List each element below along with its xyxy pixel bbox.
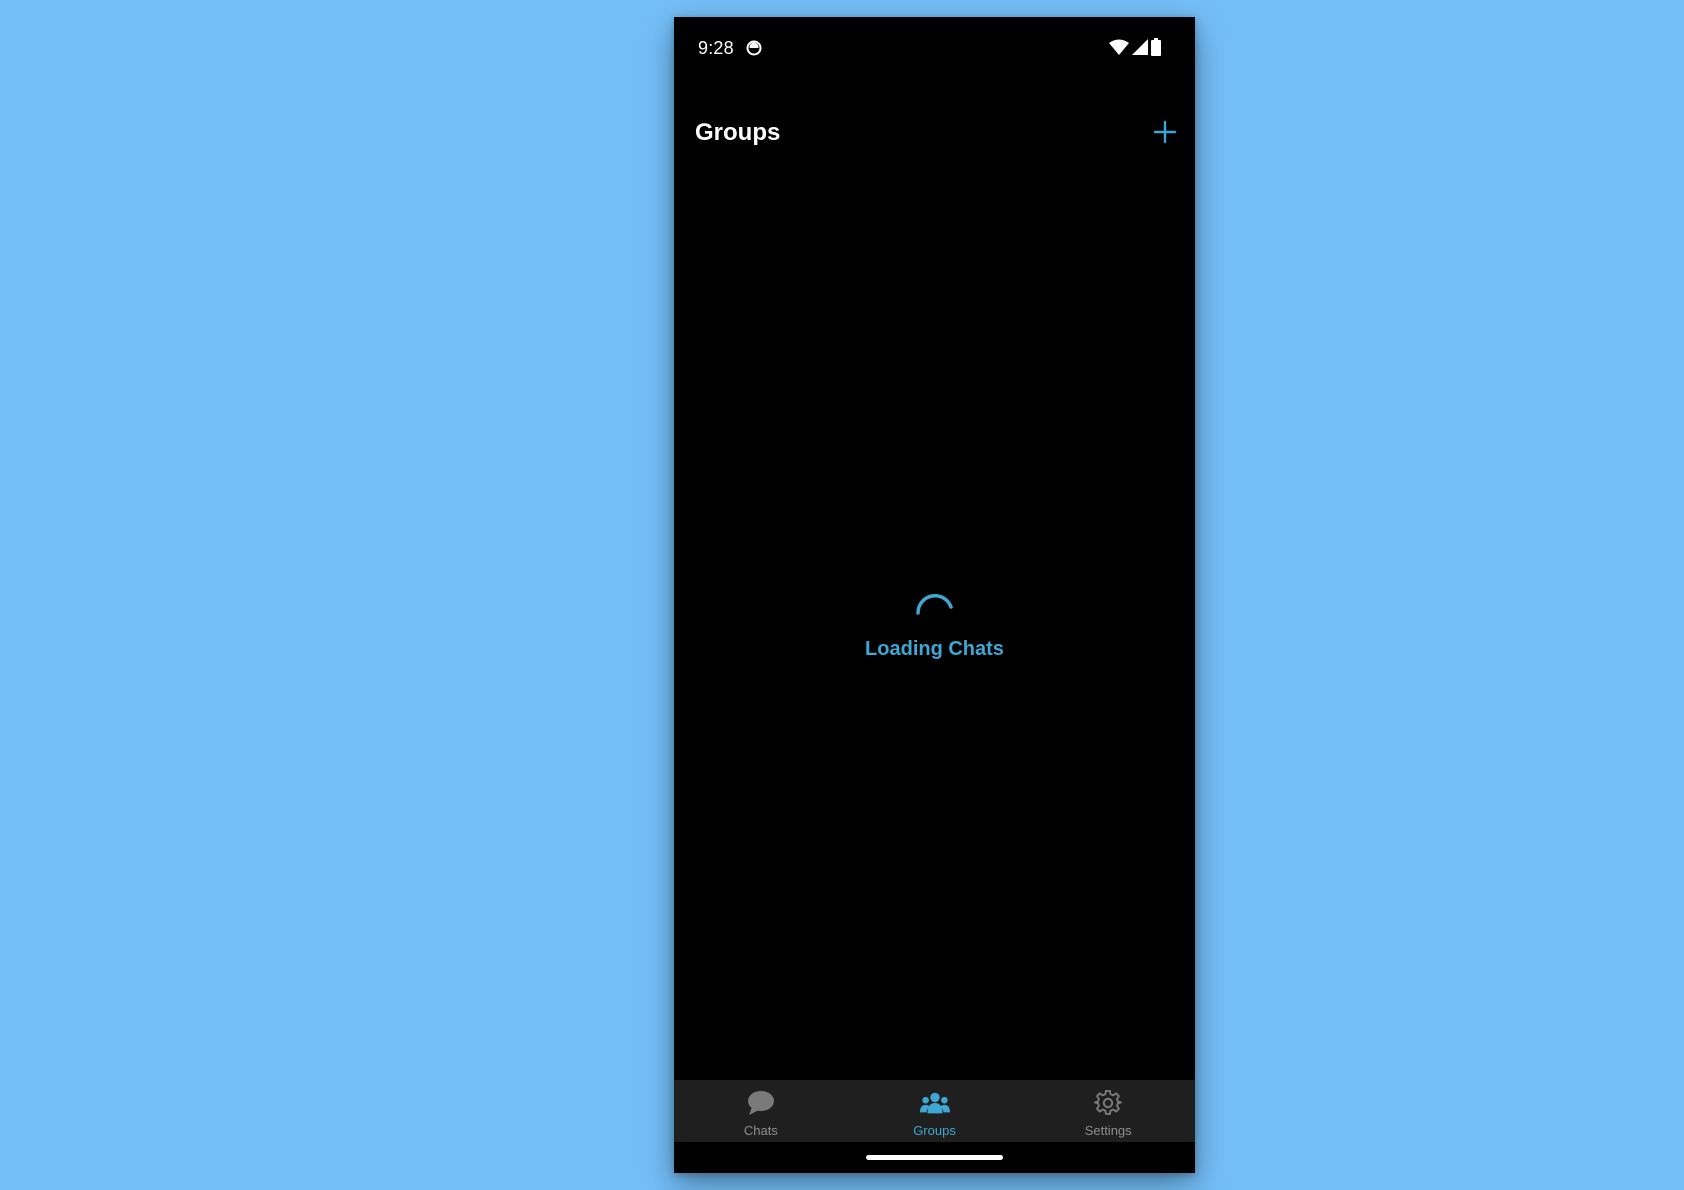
plus-icon (1153, 120, 1177, 144)
add-group-button[interactable] (1145, 112, 1185, 152)
loading-text: Loading Chats (865, 638, 1004, 660)
wifi-icon (1109, 39, 1129, 60)
app-notification-icon (746, 40, 762, 56)
cell-signal-icon (1132, 38, 1148, 60)
tab-label: Settings (1084, 1123, 1132, 1138)
status-time: 9:28 (698, 38, 734, 58)
tab-settings[interactable]: Settings (1021, 1080, 1195, 1142)
bottom-tab-bar: Chats Groups Settings (674, 1080, 1195, 1142)
tab-label: Chats (743, 1123, 778, 1138)
tab-label: Groups (913, 1123, 956, 1138)
app-header: Groups (674, 97, 1195, 169)
tab-chats[interactable]: Chats (674, 1080, 848, 1142)
battery-icon (1151, 37, 1161, 61)
gear-icon (1093, 1089, 1123, 1117)
people-icon (919, 1089, 950, 1117)
phone-screen: 9:28 Groups Loading Chats Chats Groups S… (674, 17, 1195, 1173)
tab-groups[interactable]: Groups (848, 1080, 1022, 1142)
status-bar: 9:28 (674, 17, 1195, 79)
status-icons (1109, 37, 1161, 61)
page-title: Groups (695, 119, 781, 146)
loading-indicator: Loading Chats (674, 592, 1195, 661)
spinner-icon (915, 593, 953, 615)
chat-bubble-icon (746, 1089, 776, 1117)
home-indicator[interactable] (866, 1155, 1003, 1160)
